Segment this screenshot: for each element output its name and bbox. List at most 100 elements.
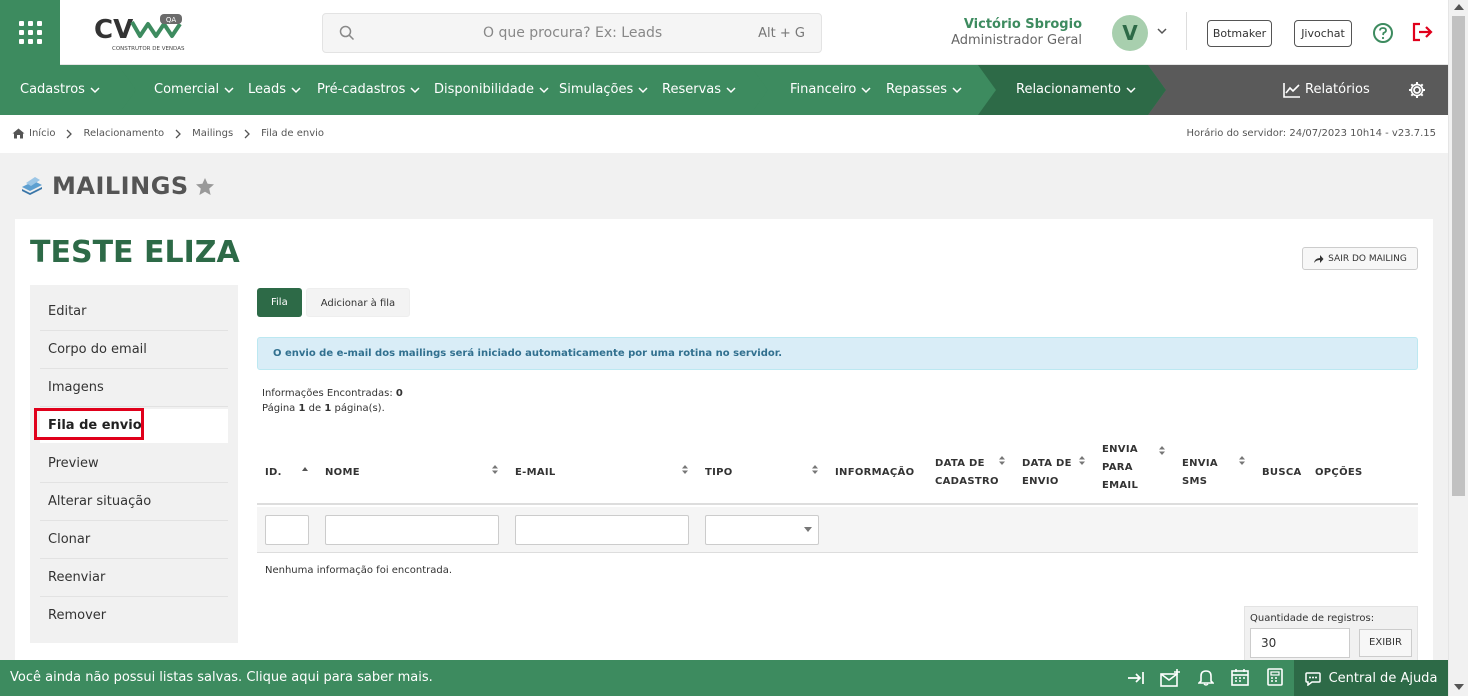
menu-reenviar[interactable]: Reenviar bbox=[40, 559, 228, 597]
search-placeholder: O que procura? Ex: Leads bbox=[483, 25, 663, 41]
filter-tipo-select[interactable] bbox=[705, 515, 819, 545]
page-total: 1 bbox=[324, 403, 332, 414]
arrow-to-right-icon[interactable] bbox=[1127, 671, 1145, 685]
col-envia-sms[interactable]: ENVIA SMS bbox=[1182, 455, 1218, 491]
footer-bar: Você ainda não possui listas salvas. Cli… bbox=[0, 660, 1448, 696]
nav-simulacoes[interactable]: Simulações bbox=[559, 65, 648, 115]
nav-label: Repasses bbox=[886, 82, 947, 97]
jivochat-button[interactable]: Jivochat bbox=[1294, 20, 1352, 47]
breadcrumb-relacionamento[interactable]: Relacionamento bbox=[83, 128, 164, 139]
chevron-down-icon bbox=[861, 86, 871, 93]
page-scrollbar[interactable] bbox=[1448, 0, 1468, 696]
sort-asc-icon[interactable] bbox=[301, 465, 309, 473]
breadcrumb-current: Fila de envio bbox=[261, 128, 325, 139]
star-icon[interactable] bbox=[195, 177, 215, 196]
bell-icon[interactable] bbox=[1198, 668, 1214, 686]
col-nome[interactable]: NOME bbox=[325, 464, 360, 482]
scroll-down-arrow[interactable] bbox=[1454, 684, 1464, 690]
tab-adicionar-a-fila[interactable]: Adicionar à fila bbox=[305, 288, 411, 317]
avatar[interactable]: V bbox=[1112, 15, 1148, 51]
filter-email-input[interactable] bbox=[515, 515, 689, 545]
nav-leads[interactable]: Leads bbox=[248, 65, 301, 115]
sort-icon[interactable] bbox=[491, 464, 499, 475]
user-role: Administrador Geral bbox=[951, 33, 1082, 48]
page-number: 1 bbox=[298, 403, 306, 414]
nav-label: Leads bbox=[248, 82, 287, 97]
menu-imagens[interactable]: Imagens bbox=[40, 369, 228, 407]
nav-relacionamento[interactable]: Relacionamento bbox=[1016, 65, 1136, 115]
col-data-envio[interactable]: DATA DE ENVIO bbox=[1022, 455, 1072, 491]
search-shortcut: Alt + G bbox=[758, 26, 805, 41]
menu-remover[interactable]: Remover bbox=[40, 597, 228, 635]
col-informacao: INFORMAÇÃO bbox=[835, 467, 915, 478]
nav-label: Disponibilidade bbox=[434, 82, 535, 97]
nav-repasses[interactable]: Repasses bbox=[886, 65, 962, 115]
menu-fila-de-envio[interactable]: Fila de envio bbox=[34, 408, 228, 443]
page-heading: MAILINGS bbox=[20, 172, 215, 200]
tab-fila[interactable]: Fila bbox=[257, 288, 302, 317]
logout-icon[interactable] bbox=[1411, 21, 1435, 43]
breadcrumb-home[interactable]: Início bbox=[29, 128, 55, 139]
records-per-page-input[interactable]: 30 bbox=[1250, 628, 1350, 658]
exit-mailing-button[interactable]: SAIR DO MAILING bbox=[1302, 247, 1418, 270]
show-records-button[interactable]: EXIBIR bbox=[1359, 629, 1412, 657]
saved-lists-message[interactable]: Você ainda não possui listas salvas. Cli… bbox=[10, 670, 433, 685]
chevron-down-icon bbox=[726, 86, 736, 93]
apps-grid-icon[interactable] bbox=[0, 0, 60, 65]
nav-comercial[interactable]: Comercial bbox=[154, 65, 234, 115]
botmaker-button[interactable]: Botmaker bbox=[1207, 20, 1272, 47]
col-data-cadastro[interactable]: DATA DE CADASTRO bbox=[935, 455, 999, 491]
menu-alterar-situacao[interactable]: Alterar situação bbox=[40, 483, 228, 521]
nav-relatorios[interactable]: Relatórios bbox=[1283, 65, 1370, 115]
nav-cadastros[interactable]: Cadastros bbox=[20, 65, 100, 115]
col-envia-email[interactable]: ENVIA PARA EMAIL bbox=[1102, 441, 1138, 495]
mail-stack-icon bbox=[22, 177, 42, 195]
sort-icon[interactable] bbox=[1158, 445, 1166, 456]
found-count: 0 bbox=[395, 388, 403, 399]
filter-id-input[interactable] bbox=[265, 515, 309, 545]
filter-nome-input[interactable] bbox=[325, 515, 499, 545]
col-id[interactable]: ID. bbox=[265, 464, 282, 482]
help-center-button[interactable]: Central de Ajuda bbox=[1294, 660, 1448, 696]
chevron-down-icon[interactable] bbox=[1156, 25, 1168, 37]
sort-icon[interactable] bbox=[1078, 455, 1086, 466]
logo-badge: QA bbox=[166, 16, 177, 24]
calculator-icon[interactable] bbox=[1267, 668, 1283, 686]
nav-financeiro[interactable]: Financeiro bbox=[790, 65, 871, 115]
menu-preview[interactable]: Preview bbox=[40, 445, 228, 483]
nav-label: Pré-cadastros bbox=[317, 82, 406, 97]
sort-icon[interactable] bbox=[1238, 455, 1246, 466]
menu-corpo-do-email[interactable]: Corpo do email bbox=[40, 331, 228, 369]
sort-icon[interactable] bbox=[998, 455, 1006, 466]
brand-logo[interactable]: CV QA CONSTRUTOR DE VENDAS bbox=[92, 12, 188, 54]
logo-tagline: CONSTRUTOR DE VENDAS bbox=[112, 46, 185, 52]
mail-add-icon[interactable] bbox=[1160, 668, 1182, 688]
global-search[interactable]: O que procura? Ex: Leads Alt + G bbox=[322, 13, 822, 53]
menu-clonar[interactable]: Clonar bbox=[40, 521, 228, 559]
home-icon[interactable] bbox=[12, 128, 25, 139]
user-name[interactable]: Victório Sbrogio bbox=[964, 17, 1082, 32]
nav-pre-cadastros[interactable]: Pré-cadastros bbox=[317, 65, 420, 115]
col-tipo[interactable]: TIPO bbox=[705, 464, 733, 482]
scroll-thumb[interactable] bbox=[1452, 16, 1465, 496]
divider bbox=[1186, 12, 1187, 50]
line-chart-icon bbox=[1283, 82, 1300, 98]
settings-button[interactable] bbox=[1386, 65, 1448, 115]
scroll-up-arrow[interactable] bbox=[1454, 4, 1464, 10]
nav-reservas[interactable]: Reservas bbox=[662, 65, 736, 115]
calendar-icon[interactable] bbox=[1231, 668, 1249, 686]
help-icon[interactable] bbox=[1372, 22, 1394, 44]
chevron-down-icon bbox=[638, 86, 648, 93]
nav-disponibilidade[interactable]: Disponibilidade bbox=[434, 65, 549, 115]
breadcrumb-mailings[interactable]: Mailings bbox=[192, 128, 233, 139]
sort-icon[interactable] bbox=[681, 464, 689, 475]
sort-icon[interactable] bbox=[811, 464, 819, 475]
records-per-page: Quantidade de registros: 30 EXIBIR bbox=[1244, 606, 1418, 666]
page-suffix: página(s). bbox=[334, 403, 385, 414]
records-per-page-label: Quantidade de registros: bbox=[1250, 613, 1375, 624]
chevron-down-icon bbox=[224, 86, 234, 93]
col-email[interactable]: E-MAIL bbox=[515, 464, 556, 482]
menu-editar[interactable]: Editar bbox=[40, 293, 228, 331]
mailing-side-menu: Editar Corpo do email Imagens Fila de en… bbox=[30, 285, 238, 643]
results-info: Informações Encontradas: 0 Página 1 de 1… bbox=[262, 386, 403, 416]
